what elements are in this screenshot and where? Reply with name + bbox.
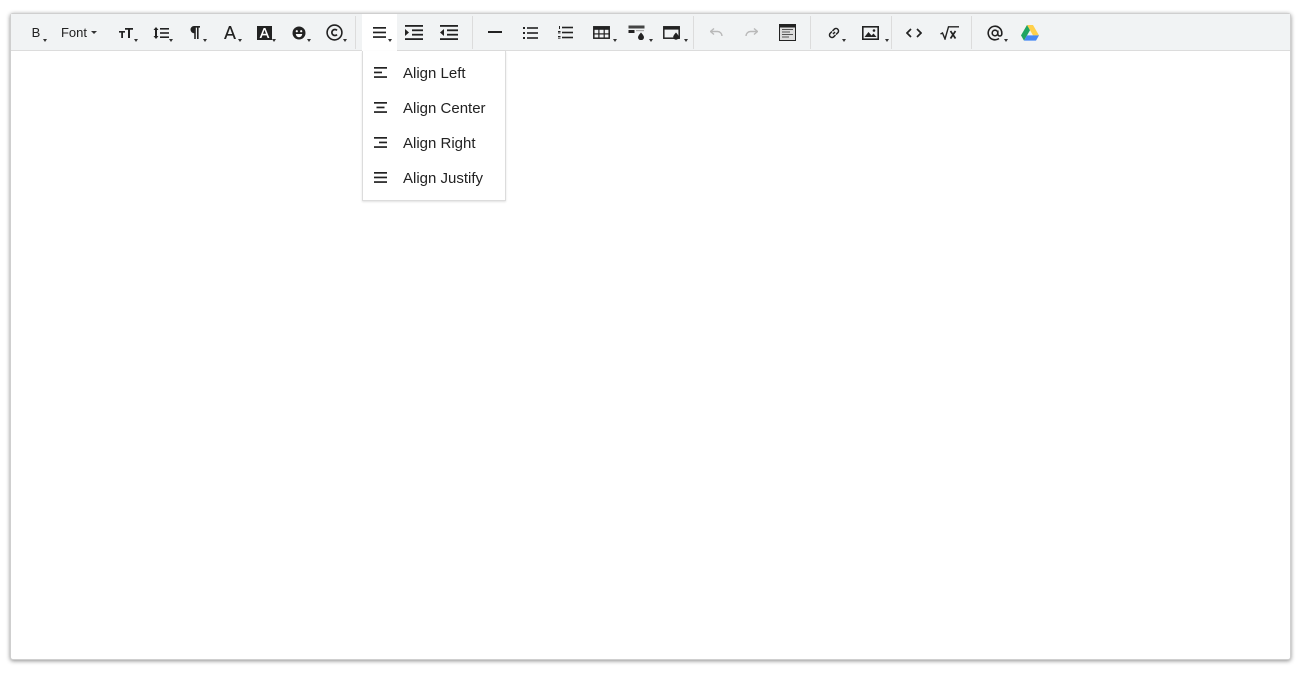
outdent-button[interactable] [433,14,465,51]
code-button[interactable] [898,14,930,51]
chevron-down-icon [134,39,138,42]
align-right-option[interactable]: Align Right [363,126,505,161]
line-height-icon [153,26,169,39]
numbered-list-icon [557,26,573,39]
align-justify-icon [374,172,387,183]
google-drive-button[interactable] [1014,14,1046,51]
code-icon [906,27,922,38]
align-center-label: Align Center [403,100,486,117]
toolbar-separator [810,16,811,49]
chevron-down-icon [43,39,47,42]
text-color-button[interactable] [217,14,243,51]
highlight-icon [256,25,272,40]
image-icon [861,25,879,40]
bulleted-list-button[interactable] [514,14,546,51]
indent-icon [405,25,423,40]
align-center-icon [374,102,387,113]
chevron-down-icon [343,39,347,42]
redo-button[interactable] [735,14,767,51]
source-view-icon [778,24,796,41]
toolbar-separator [891,16,892,49]
emoji-icon [292,26,306,39]
undo-icon [709,28,723,37]
copyright-icon [325,24,343,41]
line-height-button[interactable] [148,14,174,51]
chevron-down-icon [307,39,311,42]
square-root-icon [939,25,959,40]
at-icon [987,24,1003,41]
toolbar-separator [355,16,356,49]
editor-content-area[interactable] [11,51,1290,659]
cell-fill-icon [628,25,645,40]
chevron-down-icon [91,31,97,34]
align-right-label: Align Right [403,135,476,152]
align-button[interactable] [362,14,397,51]
chevron-down-icon [169,39,173,42]
chevron-down-icon [842,39,846,42]
indent-button[interactable] [398,14,430,51]
align-center-option[interactable]: Align Center [363,91,505,126]
redo-icon [744,28,758,37]
align-left-icon [374,67,387,78]
block-color-button[interactable] [655,14,689,51]
chevron-down-icon [684,39,688,42]
chevron-down-icon [613,39,617,42]
text-color-icon [224,26,236,39]
align-justify-icon [373,27,386,38]
chevron-down-icon [203,39,207,42]
table-button[interactable] [584,14,618,51]
horizontal-rule-button[interactable] [479,14,511,51]
source-view-button[interactable] [771,14,803,51]
link-button[interactable] [817,14,851,51]
image-button[interactable] [853,14,889,51]
link-icon [828,27,840,38]
font-select[interactable]: Font [55,14,103,51]
bold-icon: B [31,25,41,40]
numbered-list-button[interactable] [549,14,581,51]
align-right-icon [374,137,387,148]
align-justify-option[interactable]: Align Justify [363,161,505,196]
chevron-down-icon [238,39,242,42]
font-size-icon [119,27,133,38]
block-fill-icon [663,25,680,40]
align-left-option[interactable]: Align Left [363,56,505,91]
horizontal-rule-icon [488,31,502,33]
align-justify-label: Align Justify [403,170,484,187]
toolbar-separator [472,16,473,49]
table-icon [592,26,610,39]
toolbar: B Font [11,14,1290,51]
align-dropdown-menu: Align Left Align Center Align Right Alig… [362,51,506,201]
background-color-button[interactable] [251,14,277,51]
mention-button[interactable] [979,14,1011,51]
undo-button[interactable] [700,14,732,51]
rich-text-editor: B Font Align Left Align Center Align Rig… [10,13,1291,660]
font-size-button[interactable] [113,14,139,51]
google-drive-icon [1021,24,1039,41]
bold-button[interactable]: B [23,14,49,51]
chevron-down-icon [1004,39,1008,42]
align-left-label: Align Left [403,65,466,82]
outdent-icon [440,25,458,40]
paragraph-format-button[interactable] [182,14,208,51]
chevron-down-icon [649,39,653,42]
bulleted-list-icon [522,26,538,39]
cell-color-button[interactable] [620,14,654,51]
chevron-down-icon [885,39,889,42]
paragraph-icon [190,26,200,39]
toolbar-separator [693,16,694,49]
emoji-button[interactable] [286,14,312,51]
special-chars-button[interactable] [321,14,347,51]
toolbar-separator [971,16,972,49]
math-button[interactable] [933,14,965,51]
chevron-down-icon [388,39,392,42]
chevron-down-icon [272,39,276,42]
font-select-label: Font [60,25,87,40]
